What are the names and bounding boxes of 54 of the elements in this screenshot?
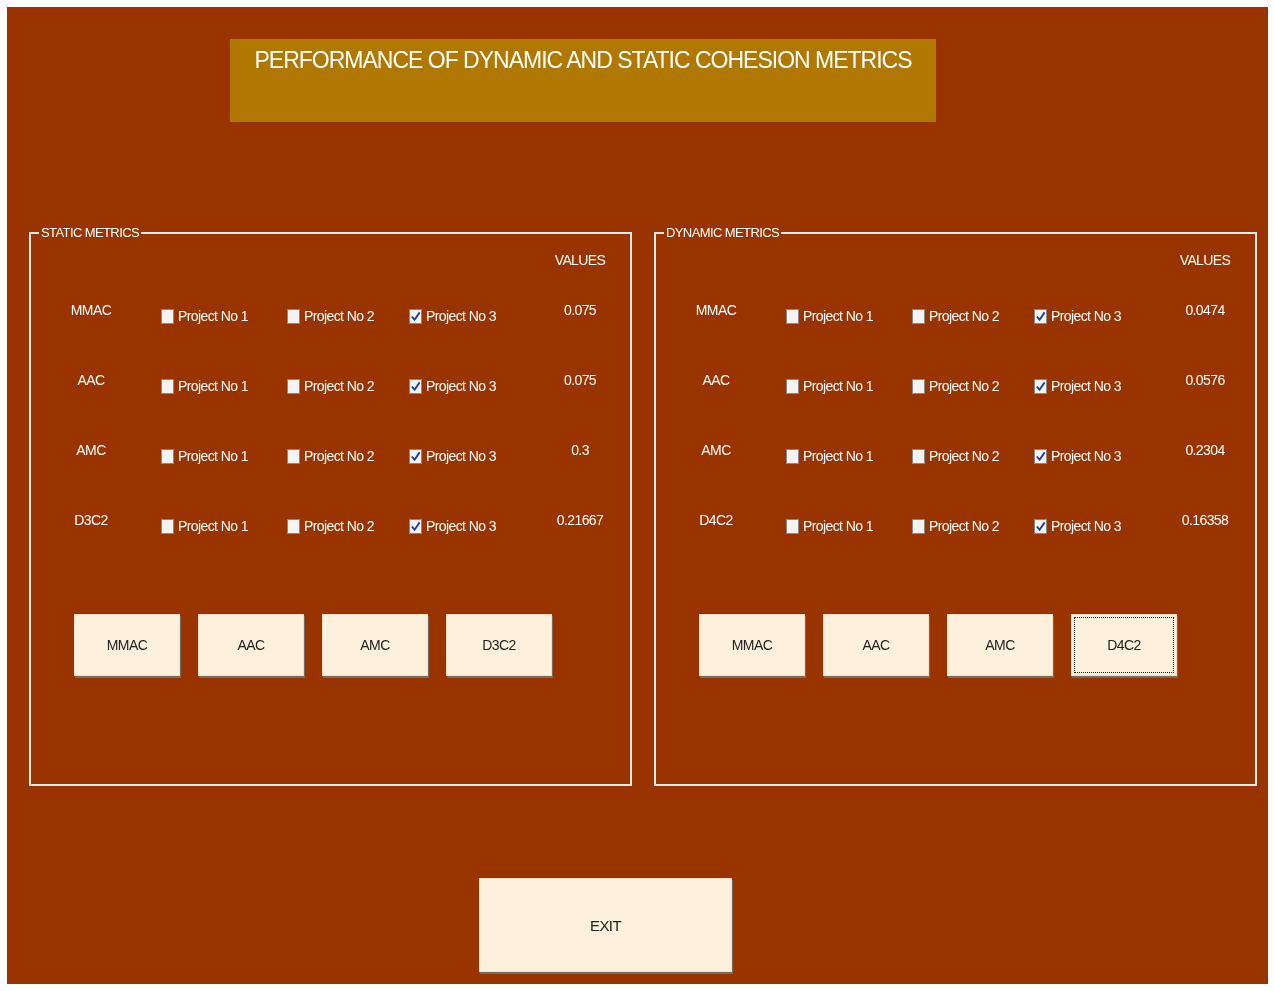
metric-label: AMC xyxy=(700,441,732,458)
group-title: DYNAMIC METRICS xyxy=(664,225,782,240)
column-header: VALUES xyxy=(553,252,607,268)
metric-label: AMC xyxy=(75,441,107,458)
project-checkbox[interactable]: Project No 3 xyxy=(409,292,545,324)
metric-label: MMAC xyxy=(69,301,113,318)
metric-button[interactable]: D3C2 xyxy=(446,614,552,676)
metric-button[interactable]: AMC xyxy=(322,614,428,676)
metric-button[interactable]: D4C2 xyxy=(1071,614,1177,676)
project-checkbox[interactable]: Project No 3 xyxy=(409,432,545,464)
project-checkbox[interactable]: Project No 1 xyxy=(786,362,912,394)
project-checkbox[interactable]: Project No 3 xyxy=(1034,502,1170,534)
metric-label: D3C2 xyxy=(73,511,109,528)
column-header: VALUES xyxy=(1178,252,1232,268)
metric-button[interactable]: AMC xyxy=(947,614,1053,676)
metric-value: 0.16358 xyxy=(1180,511,1230,528)
project-checkbox[interactable]: Project No 1 xyxy=(786,502,912,534)
project-checkbox[interactable]: Project No 2 xyxy=(912,432,1034,464)
project-checkbox[interactable]: Project No 1 xyxy=(161,362,287,394)
title-banner: PERFORMANCE OF DYNAMIC AND STATIC COHESION METRICS xyxy=(230,39,936,122)
project-checkbox[interactable]: Project No 3 xyxy=(1034,362,1170,394)
project-checkbox[interactable]: Project No 3 xyxy=(1034,432,1170,464)
project-checkbox[interactable]: Project No 1 xyxy=(161,292,287,324)
project-checkbox[interactable]: Project No 3 xyxy=(409,502,545,534)
project-checkbox[interactable]: Project No 2 xyxy=(287,432,409,464)
metric-label: MMAC xyxy=(694,301,738,318)
metric-value: 0.0474 xyxy=(1184,301,1226,318)
metric-button[interactable]: MMAC xyxy=(74,614,180,676)
metric-button[interactable]: AAC xyxy=(198,614,304,676)
project-checkbox[interactable]: Project No 1 xyxy=(161,502,287,534)
project-checkbox[interactable]: Project No 2 xyxy=(287,502,409,534)
metric-value: 0.21667 xyxy=(555,511,605,528)
exit-button[interactable]: EXIT xyxy=(479,878,732,972)
project-checkbox[interactable]: Project No 1 xyxy=(786,292,912,324)
project-checkbox[interactable]: Project No 2 xyxy=(912,292,1034,324)
project-checkbox[interactable]: Project No 2 xyxy=(287,362,409,394)
metric-label: D4C2 xyxy=(698,511,734,528)
metric-button[interactable]: AAC xyxy=(823,614,929,676)
group-title: STATIC METRICS xyxy=(39,225,141,240)
project-checkbox[interactable]: Project No 2 xyxy=(912,362,1034,394)
metric-value: 0.075 xyxy=(562,301,597,318)
project-checkbox[interactable]: Project No 3 xyxy=(409,362,545,394)
metric-value: 0.075 xyxy=(562,371,597,388)
project-checkbox[interactable]: Project No 1 xyxy=(786,432,912,464)
metric-label: AAC xyxy=(76,371,106,388)
project-checkbox[interactable]: Project No 2 xyxy=(287,292,409,324)
project-checkbox[interactable]: Project No 3 xyxy=(1034,292,1170,324)
project-checkbox[interactable]: Project No 1 xyxy=(161,432,287,464)
metric-button[interactable]: MMAC xyxy=(699,614,805,676)
metric-value: 0.2304 xyxy=(1184,441,1226,458)
metric-value: 0.0576 xyxy=(1184,371,1226,388)
project-checkbox[interactable]: Project No 2 xyxy=(912,502,1034,534)
metric-value: 0.3 xyxy=(570,441,590,458)
metric-label: AAC xyxy=(701,371,731,388)
